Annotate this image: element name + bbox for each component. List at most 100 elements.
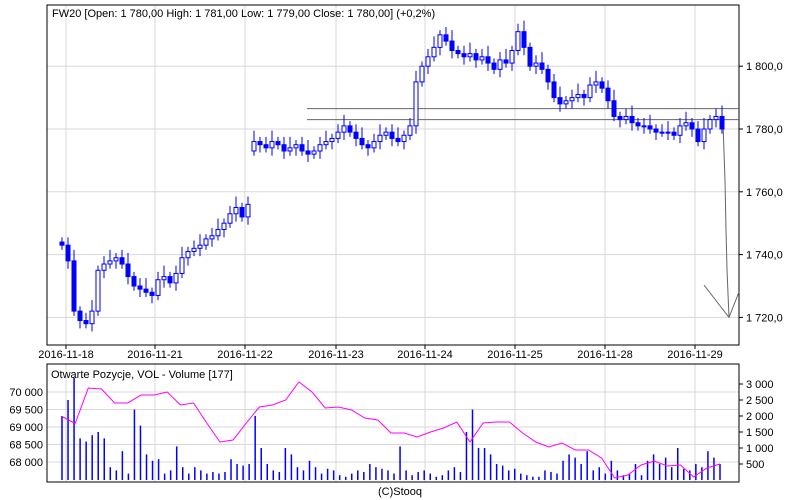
- x-tick-label: 2016-11-28: [577, 349, 632, 361]
- candle-body: [245, 203, 251, 218]
- candle-body: [419, 65, 425, 83]
- candle-body: [113, 257, 119, 262]
- candle-body: [311, 150, 317, 155]
- candle-body: [497, 59, 503, 70]
- candle-body: [401, 134, 407, 143]
- candle-body: [665, 131, 671, 134]
- candle-body: [89, 310, 95, 325]
- candle-body: [215, 228, 221, 237]
- candle-body: [425, 56, 431, 67]
- volume-panel-title: Otwarte Pozycje, VOL - Volume [177]: [51, 369, 233, 381]
- candle-body: [503, 59, 509, 64]
- candle-body: [167, 276, 173, 284]
- candle-body: [563, 100, 569, 105]
- candle-body: [713, 115, 719, 121]
- candle-body: [539, 62, 545, 70]
- candle-body: [629, 115, 635, 124]
- candle-body: [293, 144, 299, 149]
- candle-body: [383, 131, 389, 136]
- candle-body: [263, 144, 269, 149]
- candle-body: [449, 40, 455, 52]
- candle-body: [461, 53, 467, 58]
- x-tick-label: 2016-11-18: [38, 349, 93, 361]
- candle-body: [377, 134, 383, 143]
- candle-body: [353, 131, 359, 139]
- credit: (C)Stooq: [378, 486, 422, 498]
- candle-body: [77, 310, 83, 322]
- candle-body: [695, 128, 701, 143]
- candle-body: [509, 50, 515, 64]
- candle-body: [83, 320, 89, 325]
- candle-body: [641, 125, 647, 128]
- candle-body: [569, 97, 575, 102]
- candle-body: [161, 276, 167, 281]
- candle-body: [473, 53, 479, 61]
- candle-body: [719, 115, 725, 130]
- candle-body: [527, 46, 533, 67]
- candle-body: [173, 272, 179, 284]
- candle-body: [689, 122, 695, 130]
- candle-body: [389, 131, 395, 139]
- projection-arrowhead: [703, 284, 740, 319]
- candle-body: [221, 222, 227, 230]
- open-interest-line: [61, 381, 721, 479]
- chart-title: FW20 [Open: 1 780,00 High: 1 781,00 Low:…: [52, 8, 435, 20]
- candle-body: [479, 56, 485, 61]
- candle-body: [431, 46, 437, 58]
- candle-body: [299, 144, 305, 152]
- candle-body: [125, 263, 131, 278]
- right-axis-label: 2 500: [746, 395, 774, 407]
- candle-body: [137, 285, 143, 290]
- candlesticks: [59, 20, 725, 332]
- candle-body: [101, 263, 107, 271]
- candle-body: [191, 247, 197, 252]
- candle-body: [521, 31, 527, 48]
- candle-body: [275, 141, 281, 146]
- candle-body: [653, 128, 659, 133]
- candle-body: [143, 288, 149, 293]
- candle-body: [683, 122, 689, 127]
- candle-body: [251, 141, 257, 152]
- left-axis-label: 69 000: [9, 422, 43, 434]
- candle-body: [395, 137, 401, 143]
- candle-body: [95, 269, 101, 312]
- right-axis-label: 2 000: [746, 411, 774, 423]
- candle-body: [371, 141, 377, 149]
- candle-body: [677, 125, 683, 136]
- x-tick-label: 2016-11-25: [487, 349, 542, 361]
- y-tick-label: 1 800,0: [746, 61, 783, 73]
- candle-body: [635, 122, 641, 127]
- candle-body: [491, 62, 497, 70]
- candle-body: [257, 141, 263, 146]
- right-axis-label: 500: [746, 459, 764, 471]
- right-axis-label: 1 000: [746, 443, 774, 455]
- candle-body: [317, 144, 323, 152]
- candle-body: [407, 125, 413, 136]
- candle-body: [65, 244, 71, 262]
- candle-body: [335, 131, 341, 139]
- candle-body: [59, 241, 65, 246]
- candle-body: [155, 279, 161, 296]
- volume-bars: [61, 377, 721, 480]
- candle-body: [227, 213, 233, 224]
- left-axis-label: 68 500: [9, 440, 43, 452]
- candle-body: [617, 115, 623, 121]
- candle-body: [455, 50, 461, 55]
- candle-body: [71, 260, 77, 312]
- x-tick-label: 2016-11-29: [667, 349, 722, 361]
- candle-body: [107, 260, 113, 265]
- right-axis-label: 1 500: [746, 427, 774, 439]
- candle-body: [179, 257, 185, 274]
- candle-body: [599, 81, 605, 89]
- candle-body: [269, 141, 275, 149]
- candle-body: [185, 250, 191, 259]
- candle-body: [551, 81, 557, 99]
- candle-body: [131, 276, 137, 287]
- y-tick-label: 1 720,0: [746, 312, 783, 324]
- candle-body: [611, 100, 617, 117]
- candle-body: [119, 257, 125, 265]
- stock-chart: 2016-11-18 2016-11-21 2016-11-22 2016-11-23…: [9, 4, 783, 498]
- candle-body: [575, 93, 581, 99]
- candle-body: [701, 128, 707, 143]
- candle-body: [209, 235, 215, 240]
